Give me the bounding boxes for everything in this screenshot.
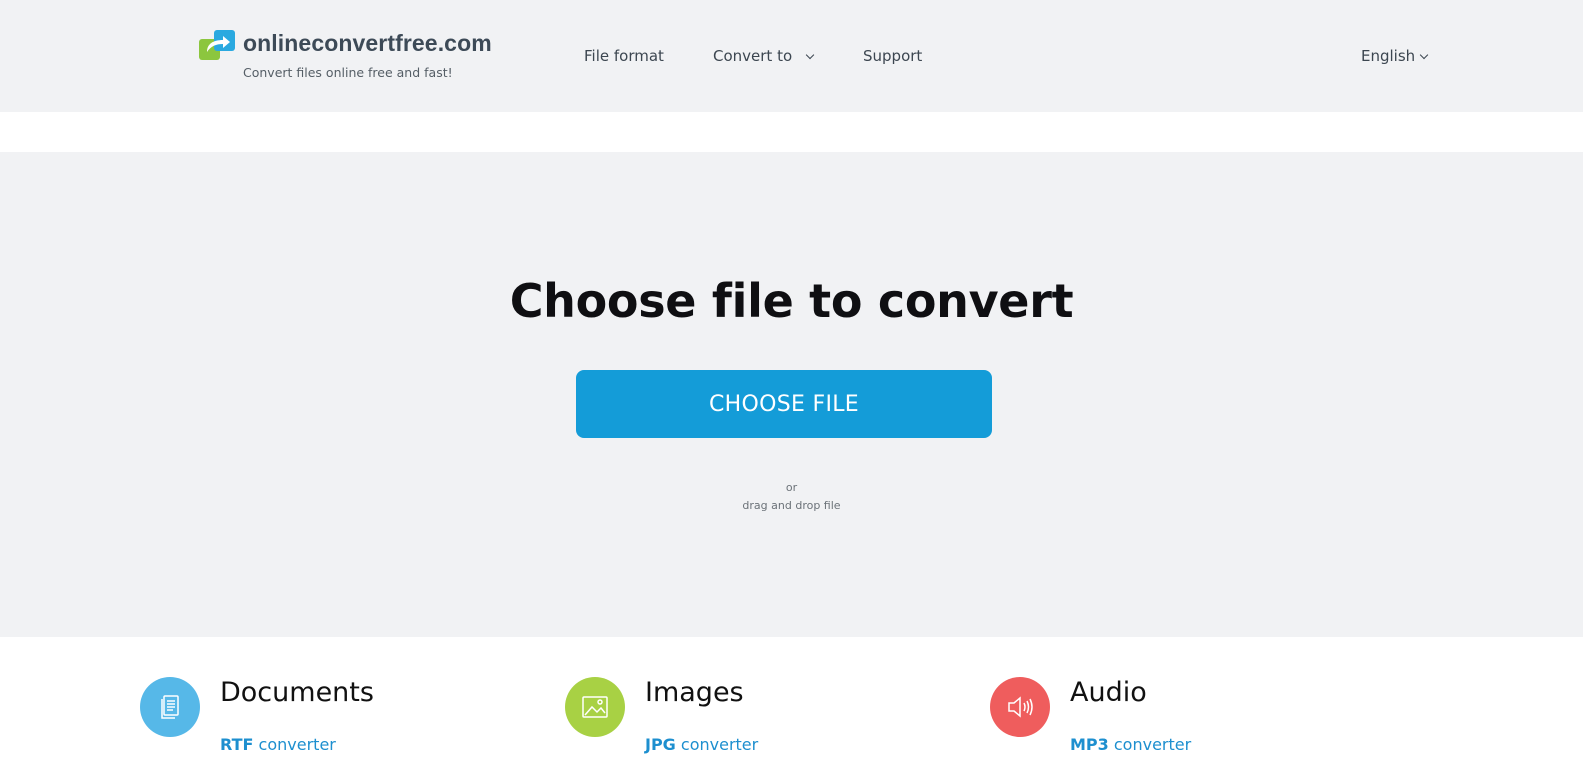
link-suffix: converter xyxy=(1113,735,1192,754)
logo-arrow-icon xyxy=(199,30,235,60)
nav-support[interactable]: Support xyxy=(863,47,922,65)
choose-file-button[interactable]: CHOOSE FILE xyxy=(576,370,992,438)
link-format: JPG xyxy=(645,735,676,754)
nav-file-format[interactable]: File format xyxy=(584,47,664,65)
nav-convert-to-label: Convert to xyxy=(713,47,793,65)
document-icon xyxy=(140,677,200,737)
mp3-converter-link[interactable]: MP3 converter xyxy=(1070,735,1191,754)
logo-tagline: Convert files online free and fast! xyxy=(243,65,453,80)
upload-area[interactable]: Choose file to convert CHOOSE FILE or dr… xyxy=(0,152,1583,637)
link-format: RTF xyxy=(220,735,254,754)
category-title: Images xyxy=(645,677,744,708)
language-label: English xyxy=(1361,47,1416,65)
nav-support-label: Support xyxy=(863,47,923,65)
nav-convert-to[interactable]: Convert to xyxy=(713,47,815,65)
language-selector[interactable]: English xyxy=(1361,47,1429,65)
site-header: onlineconvertfree.com Convert files onli… xyxy=(0,0,1583,112)
nav-file-format-label: File format xyxy=(584,47,664,65)
page-title: Choose file to convert xyxy=(509,274,1074,328)
image-icon xyxy=(565,677,625,737)
rtf-converter-link[interactable]: RTF converter xyxy=(220,735,336,754)
chevron-down-icon xyxy=(1419,50,1429,60)
speaker-icon xyxy=(990,677,1050,737)
category-title: Audio xyxy=(1070,677,1147,708)
logo-name: onlineconvertfree.com xyxy=(243,30,492,56)
or-text: or xyxy=(785,481,798,494)
site-logo[interactable]: onlineconvertfree.com Convert files onli… xyxy=(199,28,509,84)
link-suffix: converter xyxy=(680,735,759,754)
link-format: MP3 xyxy=(1070,735,1109,754)
category-title: Documents xyxy=(220,677,374,708)
chevron-down-icon xyxy=(805,50,815,60)
jpg-converter-link[interactable]: JPG converter xyxy=(645,735,758,754)
drag-drop-text: drag and drop file xyxy=(742,499,841,512)
link-suffix: converter xyxy=(258,735,336,754)
